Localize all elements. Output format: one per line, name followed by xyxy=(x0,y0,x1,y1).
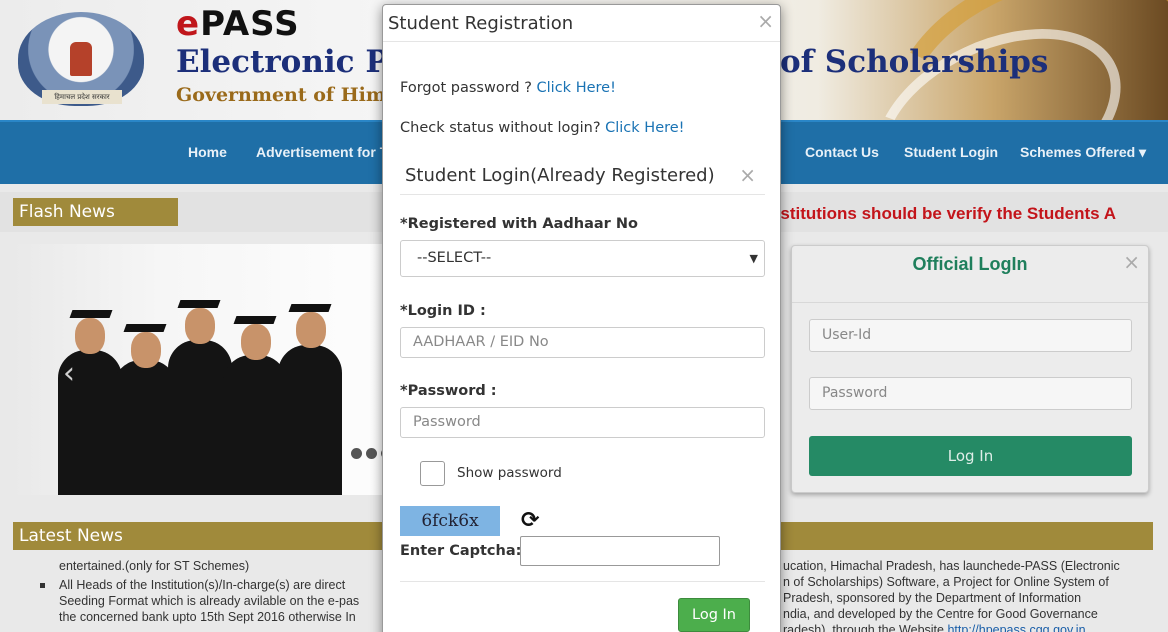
aadhaar-select[interactable]: --SELECT-- ▼ xyxy=(400,240,765,277)
news-line: radesh), through the Website http://hpep… xyxy=(783,622,1149,632)
official-login-panel: Official LogIn × User-Id Password Log In xyxy=(791,245,1149,493)
captcha-label: Enter Captcha: xyxy=(400,543,522,559)
close-icon[interactable]: × xyxy=(739,163,756,187)
emblem-text: हिमाचल प्रदेश सरकार xyxy=(42,90,122,104)
slider-dots xyxy=(351,448,383,459)
nav-home[interactable]: Home xyxy=(188,144,227,160)
bullet-icon xyxy=(40,583,45,589)
brand-subtitle-right: of Scholarships xyxy=(780,44,1049,80)
nav-advertisement[interactable]: Advertisement for T xyxy=(256,144,388,160)
divider xyxy=(792,302,1148,303)
flash-news-label: Flash News xyxy=(13,198,178,226)
official-password-input[interactable]: Password xyxy=(809,377,1132,410)
captcha-image: 6fck6x xyxy=(400,506,500,536)
forgot-password-line: Forgot password ? Click Here! xyxy=(400,80,616,96)
student-login-title: Student Login(Already Registered) xyxy=(405,165,715,186)
divider xyxy=(400,581,765,582)
check-status-line: Check status without login? Click Here! xyxy=(400,120,685,136)
latest-news-left: entertained.(only for ST Schemes) All He… xyxy=(40,558,390,625)
news-line: entertained.(only for ST Schemes) xyxy=(59,559,250,573)
captcha-input[interactable] xyxy=(520,536,720,566)
website-link[interactable]: http://hpepass.cgg.gov.in xyxy=(947,623,1085,632)
divider xyxy=(400,194,765,195)
show-password-label: Show password xyxy=(457,465,562,481)
password-input[interactable]: Password xyxy=(400,407,765,438)
news-line: ucation, Himachal Pradesh, has launchede… xyxy=(783,559,1120,573)
state-emblem-logo: हिमाचल प्रदेश सरकार xyxy=(18,12,144,106)
forgot-password-link[interactable]: Click Here! xyxy=(537,80,616,96)
nav-student-login[interactable]: Student Login xyxy=(904,144,998,160)
nav-schemes-offered[interactable]: Schemes Offered ▾ xyxy=(1020,144,1146,161)
list-item: All Heads of the Institution(s)/In-charg… xyxy=(40,577,390,593)
close-icon[interactable]: × xyxy=(757,9,774,33)
student-registration-modal: Student Registration × Forgot password ?… xyxy=(382,4,781,632)
refresh-icon[interactable]: ⟳ xyxy=(521,510,539,532)
image-slider: ‹ xyxy=(13,244,383,495)
news-line: Pradesh, sponsored by the Department of … xyxy=(783,591,1082,605)
slider-prev-arrow[interactable]: ‹ xyxy=(63,356,75,391)
login-button[interactable]: Log In xyxy=(678,598,750,632)
emblem-icon xyxy=(70,42,92,76)
login-id-label: *Login ID : xyxy=(400,303,486,319)
nav-contact-us[interactable]: Contact Us xyxy=(805,144,879,160)
aadhaar-label: *Registered with Aadhaar No xyxy=(400,216,638,232)
divider xyxy=(383,41,780,42)
flash-news-marquee[interactable]: nstitutions should be verify the Student… xyxy=(770,204,1116,224)
close-icon[interactable]: × xyxy=(1123,250,1140,274)
password-label: *Password : xyxy=(400,383,497,399)
news-line: n of Scholarships) Software, a Project f… xyxy=(783,575,1109,589)
official-login-title: Official LogIn xyxy=(912,254,1028,274)
government-line: Government of Hima xyxy=(176,84,399,106)
news-line: ndia, and developed by the Centre for Go… xyxy=(783,607,1098,621)
slider-dot[interactable] xyxy=(366,448,377,459)
news-line: the concerned bank upto 15th Sept 2016 o… xyxy=(59,610,356,624)
slider-dot[interactable] xyxy=(351,448,362,459)
check-status-link[interactable]: Click Here! xyxy=(605,120,684,136)
login-id-input[interactable]: AADHAAR / EID No xyxy=(400,327,765,358)
show-password-checkbox[interactable] xyxy=(420,461,445,486)
brand-title: ePASS xyxy=(176,4,300,44)
official-user-id-input[interactable]: User-Id xyxy=(809,319,1132,352)
news-line: Seeding Format which is already avilable… xyxy=(59,594,360,608)
chevron-down-icon: ▼ xyxy=(749,252,758,265)
official-login-button[interactable]: Log In xyxy=(809,436,1132,476)
latest-news-right: ucation, Himachal Pradesh, has launchede… xyxy=(783,558,1149,632)
modal-title: Student Registration xyxy=(388,13,574,34)
